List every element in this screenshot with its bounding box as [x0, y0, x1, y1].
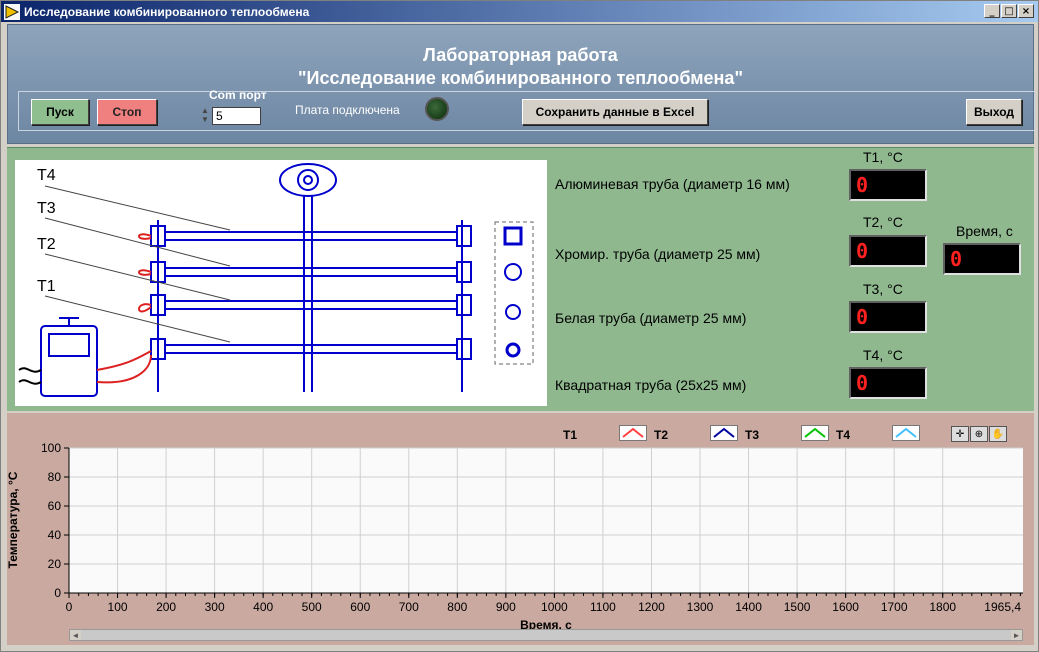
- x-tick-label: 600: [350, 600, 370, 614]
- close-button[interactable]: ×: [1018, 4, 1034, 18]
- x-tick-label: 1800: [929, 600, 956, 614]
- chart-scrollbar[interactable]: ◄ ►: [69, 629, 1023, 641]
- sensor-label-t1: T1: [37, 278, 56, 295]
- x-tick-label: 0: [66, 600, 73, 614]
- x-tick-label: 500: [302, 600, 322, 614]
- x-tick-label: 1000: [541, 600, 568, 614]
- x-tick-label: 1500: [784, 600, 811, 614]
- t3-label: T3, °C: [863, 281, 903, 297]
- y-tick-label: 100: [41, 441, 61, 455]
- x-tick-label: 300: [205, 600, 225, 614]
- x-tick-label: 1700: [881, 600, 908, 614]
- spin-up-icon[interactable]: ▲: [201, 106, 209, 115]
- sensor-label-t4: T4: [37, 167, 56, 184]
- header-title-line1: Лабораторная работа: [423, 45, 618, 65]
- x-tick-label: 400: [253, 600, 273, 614]
- com-port-spinner[interactable]: ▲ ▼: [200, 105, 210, 125]
- setup-scheme: T4 T3 T2 T1: [15, 160, 547, 406]
- y-tick-label: 80: [48, 470, 62, 484]
- x-tick-label: 1200: [638, 600, 665, 614]
- start-button[interactable]: Пуск: [31, 99, 89, 125]
- header-title-line2: "Исследование комбинированного теплообме…: [298, 68, 743, 88]
- x-tick-label: 1400: [735, 600, 762, 614]
- t4-label: T4, °C: [863, 347, 903, 363]
- sensor-label-t3: T3: [37, 200, 56, 217]
- x-tick-label-last: 1965,4: [984, 600, 1021, 614]
- t1-display: 0: [849, 169, 927, 201]
- x-tick-label: 200: [156, 600, 176, 614]
- t1-label: T1, °C: [863, 149, 903, 165]
- plot-area: [69, 448, 1023, 593]
- pipe-label-aluminum: Алюминевая труба (диаметр 16 мм): [555, 176, 790, 192]
- pipe-label-white: Белая труба (диаметр 25 мм): [555, 310, 747, 326]
- pipe-label-chrome: Хромир. труба (диаметр 25 мм): [555, 246, 761, 262]
- x-tick-label: 800: [447, 600, 467, 614]
- board-connected-led: [425, 97, 449, 121]
- time-label: Время, с: [956, 223, 1013, 239]
- exit-button[interactable]: Выход: [966, 99, 1022, 125]
- t2-display: 0: [849, 235, 927, 267]
- time-display: 0: [943, 243, 1021, 275]
- pipe-label-square: Квадратная труба (25х25 мм): [555, 377, 747, 393]
- x-tick-label: 700: [399, 600, 419, 614]
- toolbar: Пуск Стоп Com порт ▲ ▼ 5 Плата подключена…: [18, 88, 1035, 131]
- window-title: Исследование комбинированного теплообмен…: [24, 4, 310, 19]
- scroll-right-icon[interactable]: ►: [1011, 630, 1022, 640]
- t2-label: T2, °C: [863, 214, 903, 230]
- maximize-button[interactable]: □: [1001, 4, 1017, 18]
- minimize-button[interactable]: _: [984, 4, 1000, 18]
- y-axis-title: Температура, °C: [7, 471, 20, 568]
- t3-display: 0: [849, 301, 927, 333]
- board-connected-label: Плата подключена: [295, 103, 400, 117]
- temperature-chart[interactable]: 0204060801000 100 200 300 400 500 600 700 800 900…: [7, 413, 1034, 645]
- y-tick-label: 0: [54, 586, 61, 600]
- save-excel-button[interactable]: Сохранить данные в Excel: [522, 99, 708, 125]
- sensor-label-t2: T2: [37, 236, 56, 253]
- y-tick-label: 40: [48, 528, 62, 542]
- x-tick-label: 1300: [687, 600, 714, 614]
- spin-down-icon[interactable]: ▼: [201, 115, 209, 124]
- x-tick-label: 1100: [590, 600, 616, 614]
- window-controls: _ □ ×: [983, 4, 1034, 18]
- readings-panel: T4 T3 T2 T1 T1, °C Алюминевая труба (диа…: [7, 147, 1034, 411]
- x-tick-label: 100: [108, 600, 128, 614]
- x-tick-label: 900: [496, 600, 516, 614]
- t4-display: 0: [849, 367, 927, 399]
- labview-icon: [4, 3, 20, 20]
- y-tick-label: 60: [48, 499, 62, 513]
- app-window: Исследование комбинированного теплообмен…: [0, 0, 1039, 652]
- stop-button[interactable]: Стоп: [97, 99, 157, 125]
- com-port-label: Com порт: [209, 88, 267, 102]
- chart-panel: T1 T2 T3 T4 ✛ ⊕ ✋ 0 20 40 60 80 100 0 100 200 300…: [7, 413, 1034, 645]
- header-panel: Лабораторная работа "Исследование комбин…: [7, 24, 1035, 144]
- com-port-input[interactable]: 5: [212, 107, 261, 125]
- y-tick-label: 20: [48, 557, 62, 571]
- x-tick-label: 1600: [832, 600, 859, 614]
- title-bar: Исследование комбинированного теплообмен…: [1, 1, 1038, 22]
- scroll-left-icon[interactable]: ◄: [70, 630, 81, 640]
